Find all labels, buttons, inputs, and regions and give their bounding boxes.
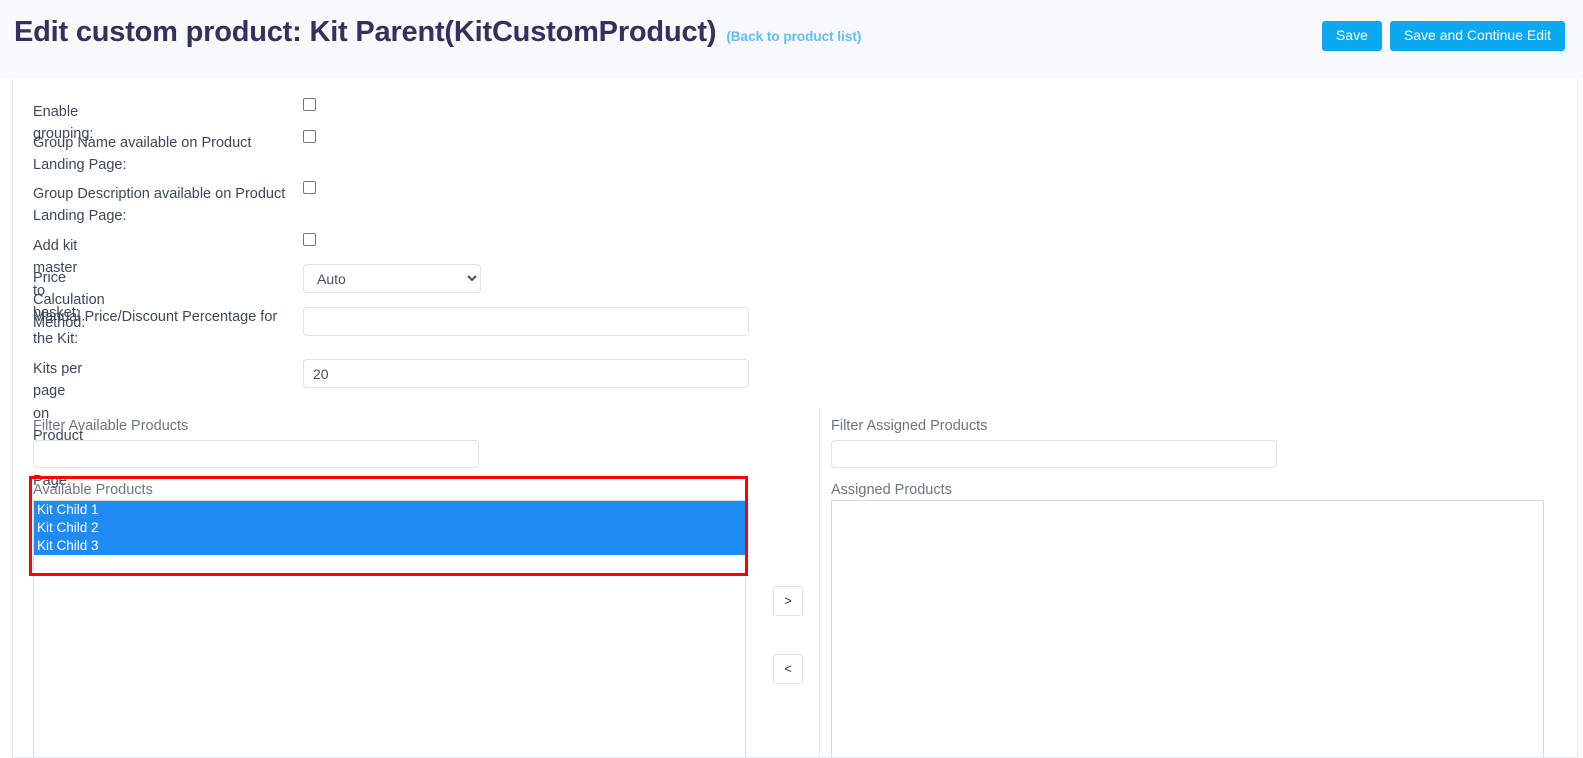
listbox-available-products[interactable]: Kit Child 1 Kit Child 2 Kit Child 3 <box>33 500 746 757</box>
save-button[interactable]: Save <box>1321 21 1382 52</box>
label-filter-assigned-products: Filter Assigned Products <box>831 418 988 434</box>
move-right-button[interactable]: > <box>773 586 803 616</box>
column-divider <box>819 408 820 757</box>
input-filter-available-products[interactable] <box>33 440 479 468</box>
list-item-available-product[interactable]: Kit Child 3 <box>34 537 745 555</box>
save-and-continue-edit-button[interactable]: Save and Continue Edit <box>1389 21 1565 52</box>
list-item-available-product[interactable]: Kit Child 2 <box>34 519 745 537</box>
back-to-product-list-link[interactable]: (Back to product list) <box>726 29 861 44</box>
header-title-wrap: Edit custom product: Kit Parent(KitCusto… <box>14 16 861 49</box>
product-dual-list: Filter Available Products Available Prod… <box>13 78 1577 757</box>
move-left-button[interactable]: < <box>773 654 803 684</box>
label-assigned-products: Assigned Products <box>831 482 952 498</box>
list-item-available-product[interactable]: Kit Child 1 <box>34 501 745 519</box>
listbox-assigned-products[interactable] <box>831 500 1544 757</box>
input-filter-assigned-products[interactable] <box>831 440 1277 468</box>
header-actions: Save Save and Continue Edit <box>1321 21 1565 52</box>
label-available-products: Available Products <box>33 482 153 498</box>
page-header: Edit custom product: Kit Parent(KitCusto… <box>0 0 1583 78</box>
label-filter-available-products: Filter Available Products <box>33 418 189 434</box>
content-panel: Enable grouping: Group Name available on… <box>12 78 1578 758</box>
page-title: Edit custom product: Kit Parent(KitCusto… <box>14 16 717 48</box>
